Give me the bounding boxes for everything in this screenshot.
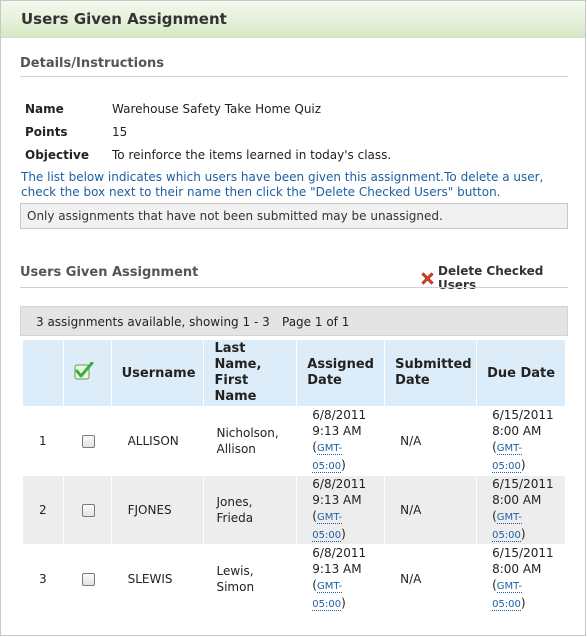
row-number: 3: [22, 544, 64, 614]
due-date: 6/15/2011: [492, 546, 554, 560]
col-assigned-header[interactable]: Assigned Date: [296, 339, 386, 407]
assigned-time: 9:13 AM: [312, 493, 362, 507]
due-cell: 6/15/2011 8:00 AM (GMT- 05:00): [476, 475, 566, 545]
table-row: 2 FJONES Jones, Frieda 6/8/2011 9:13 AM (…: [22, 475, 566, 545]
results-summary: 3 assignments available, showing 1 - 3: [36, 315, 270, 329]
detail-value: Warehouse Safety Take Home Quiz: [112, 102, 322, 116]
username-cell: FJONES: [110, 475, 205, 545]
row-select-cell: [62, 544, 112, 614]
pagination-bar: 3 assignments available, showing 1 - 3 P…: [20, 306, 568, 336]
detail-label: Objective: [25, 148, 89, 162]
due-time: 8:00 AM: [492, 562, 542, 576]
unassign-notice: Only assignments that have not been subm…: [20, 203, 568, 229]
select-all-header[interactable]: [62, 339, 112, 407]
name-header-line4: Name: [214, 389, 257, 404]
last-name: Lewis,: [216, 564, 254, 578]
row-checkbox[interactable]: [81, 573, 95, 586]
row-number: 2: [22, 475, 64, 545]
row-select-cell: [62, 475, 112, 545]
name-header-line3: First: [214, 373, 249, 388]
details-section-title: Details/Instructions: [20, 56, 165, 71]
assigned-date: 6/8/2011: [312, 408, 367, 422]
users-section-title: Users Given Assignment: [20, 265, 199, 280]
name-cell: Nicholson, Allison: [203, 406, 298, 476]
submitted-cell: N/A: [384, 475, 478, 545]
table-row: 3 SLEWIS Lewis, Simon 6/8/2011 9:13 AM (G…: [22, 544, 566, 614]
submitted-header-line2: Date: [395, 373, 430, 388]
detail-value: To reinforce the items learned in today'…: [112, 148, 392, 162]
assigned-date: 6/8/2011: [312, 477, 367, 491]
assignment-panel: Users Given Assignment Details/Instructi…: [0, 0, 586, 636]
table-header-row: Username Last Name, First Name Assigned …: [22, 339, 566, 407]
check-all-icon[interactable]: [74, 361, 94, 384]
page-indicator: Page 1 of 1: [282, 315, 350, 329]
timezone-link[interactable]: 05:00: [312, 461, 342, 473]
assigned-cell: 6/8/2011 9:13 AM (GMT- 05:00): [296, 406, 386, 476]
name-cell: Jones, Frieda: [203, 475, 298, 545]
first-name: Allison: [216, 442, 256, 456]
timezone-link[interactable]: GMT-: [316, 581, 343, 593]
delete-x-icon: [420, 271, 435, 286]
name-header-line1: Last: [214, 341, 246, 356]
timezone-link[interactable]: GMT-: [496, 443, 522, 455]
instructions-text: The list below indicates which users hav…: [21, 170, 544, 199]
timezone-link[interactable]: GMT-: [316, 443, 343, 455]
last-name: Jones,: [216, 495, 253, 509]
due-cell: 6/15/2011 8:00 AM (GMT- 05:00): [476, 406, 566, 476]
detail-label: Points: [25, 125, 68, 139]
assigned-cell: 6/8/2011 9:13 AM (GMT- 05:00): [296, 475, 386, 545]
due-date: 6/15/2011: [492, 477, 554, 491]
users-table: Username Last Name, First Name Assigned …: [22, 339, 566, 614]
col-username-header[interactable]: Username: [110, 339, 205, 407]
detail-value: 15: [112, 125, 128, 139]
submitted-header-line1: Submitted: [395, 357, 472, 372]
assigned-header-line1: Assigned: [307, 357, 374, 372]
timezone-link[interactable]: 05:00: [312, 530, 342, 542]
row-checkbox[interactable]: [81, 435, 95, 448]
timezone-link[interactable]: GMT-: [496, 512, 522, 524]
due-time: 8:00 AM: [492, 424, 542, 438]
row-number: 1: [22, 406, 64, 476]
timezone-link[interactable]: 05:00: [312, 599, 342, 611]
col-number-header: [22, 339, 64, 407]
due-date: 6/15/2011: [492, 408, 554, 422]
username-cell: ALLISON: [110, 406, 205, 476]
assigned-header-line2: Date: [307, 373, 342, 388]
col-due-header[interactable]: Due Date: [476, 339, 566, 407]
table-row: 1 ALLISON Nicholson, Allison 6/8/2011 9:1…: [22, 406, 566, 476]
timezone-link[interactable]: 05:00: [492, 599, 521, 611]
last-name: Nicholson,: [216, 426, 279, 440]
panel-header: Users Given Assignment: [1, 1, 585, 38]
row-select-cell: [62, 406, 112, 476]
first-name: Simon: [216, 580, 255, 594]
details-divider: [20, 76, 568, 77]
name-cell: Lewis, Simon: [203, 544, 298, 614]
page-title: Users Given Assignment: [21, 10, 227, 28]
first-name: Frieda: [216, 511, 254, 525]
username-cell: SLEWIS: [110, 544, 205, 614]
submitted-cell: N/A: [384, 544, 478, 614]
assigned-date: 6/8/2011: [312, 546, 367, 560]
name-header-line2: Name,: [214, 357, 262, 372]
assigned-time: 9:13 AM: [312, 562, 362, 576]
row-checkbox[interactable]: [81, 504, 95, 517]
users-divider: [20, 287, 568, 288]
timezone-link[interactable]: 05:00: [492, 530, 521, 542]
assigned-time: 9:13 AM: [312, 424, 362, 438]
col-submitted-header[interactable]: Submitted Date: [384, 339, 478, 407]
assigned-cell: 6/8/2011 9:13 AM (GMT- 05:00): [296, 544, 386, 614]
timezone-link[interactable]: GMT-: [316, 512, 343, 524]
timezone-link[interactable]: GMT-: [496, 581, 522, 593]
submitted-cell: N/A: [384, 406, 478, 476]
col-name-header[interactable]: Last Name, First Name: [203, 339, 298, 407]
detail-label: Name: [25, 102, 64, 116]
timezone-link[interactable]: 05:00: [492, 461, 521, 473]
due-cell: 6/15/2011 8:00 AM (GMT- 05:00): [476, 544, 566, 614]
due-time: 8:00 AM: [492, 493, 542, 507]
